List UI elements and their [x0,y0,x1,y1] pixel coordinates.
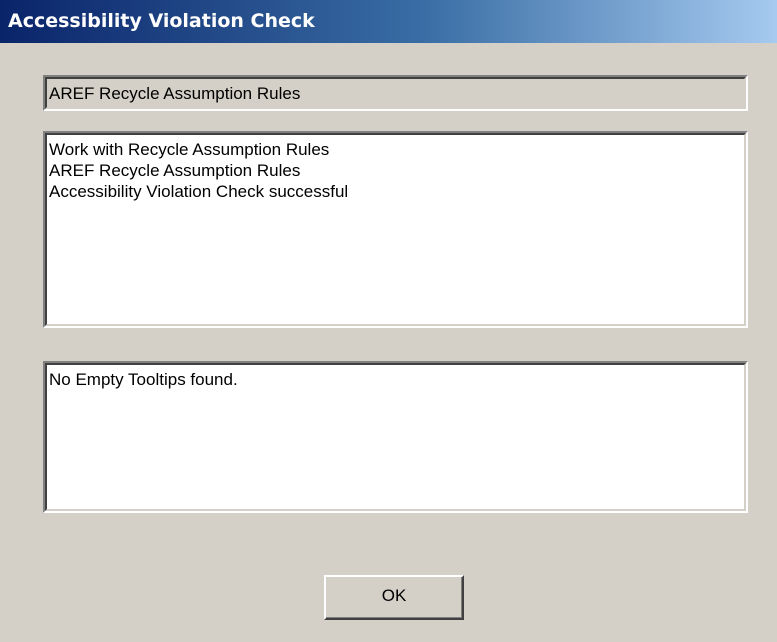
rule-name-value: AREF Recycle Assumption Rules [49,84,301,103]
list-item[interactable]: No Empty Tooltips found. [49,369,238,390]
title-bar[interactable]: Accessibility Violation Check [0,0,777,43]
results-list: No Empty Tooltips found. [49,369,238,390]
dialog-window: Accessibility Violation Check AREF Recyc… [0,0,777,642]
list-item[interactable]: Work with Recycle Assumption Rules [49,139,348,160]
list-item[interactable]: Accessibility Violation Check successful [49,181,348,202]
window-title: Accessibility Violation Check [8,10,315,32]
summary-list: Work with Recycle Assumption Rules AREF … [49,139,348,202]
ok-button-label: OK [381,585,407,605]
rule-name-field: AREF Recycle Assumption Rules [43,75,748,111]
results-listbox[interactable]: No Empty Tooltips found. [43,361,748,513]
ok-button[interactable]: OK [324,575,464,620]
list-item[interactable]: AREF Recycle Assumption Rules [49,160,348,181]
summary-listbox[interactable]: Work with Recycle Assumption Rules AREF … [43,131,748,328]
